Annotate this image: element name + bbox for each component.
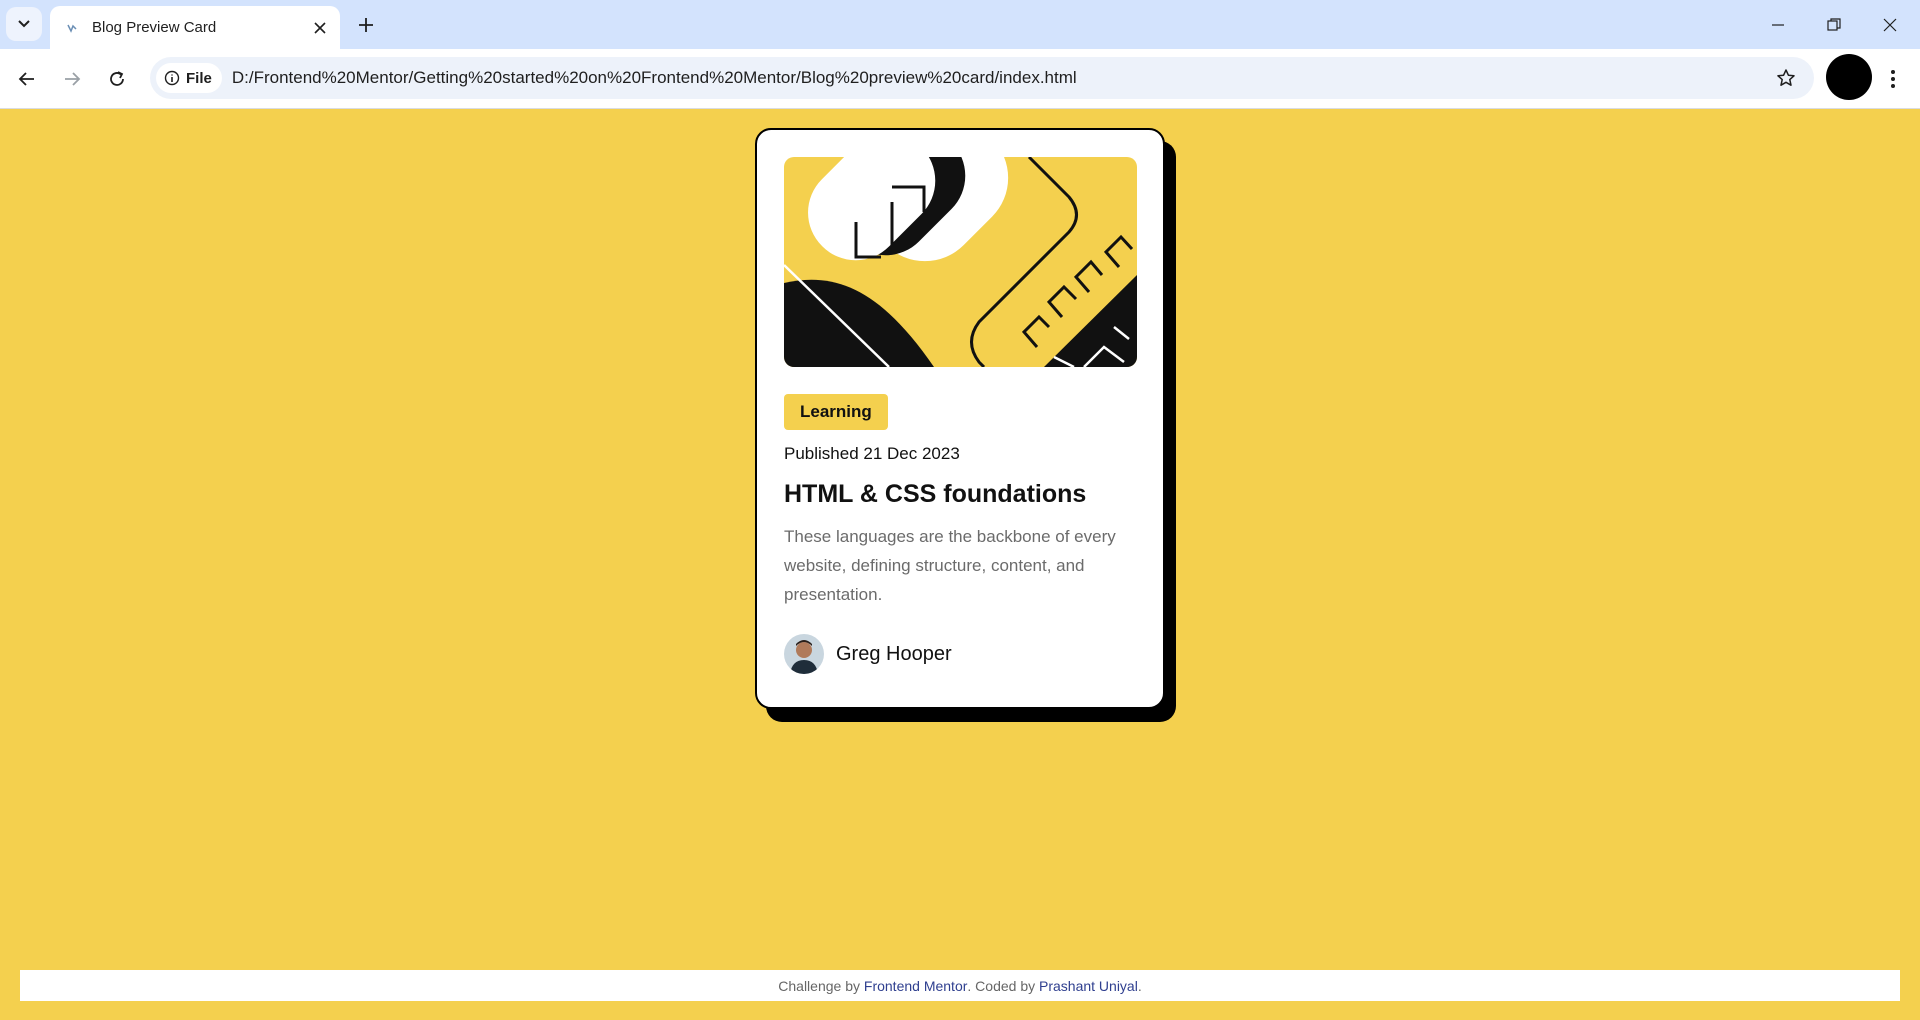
more-vert-icon: [1891, 70, 1895, 88]
restore-button[interactable]: [1806, 0, 1862, 49]
tab-title: Blog Preview Card: [92, 19, 217, 36]
tab-search-button[interactable]: [6, 7, 42, 41]
url-text[interactable]: D:/Frontend%20Mentor/Getting%20started%2…: [232, 68, 1077, 88]
footer-challenge-text: Challenge by: [778, 977, 860, 994]
browser-menu-button[interactable]: [1878, 62, 1908, 96]
attribution-footer: Challenge by Frontend Mentor. Coded by P…: [20, 970, 1900, 1001]
browser-toolbar: File D:/Frontend%20Mentor/Getting%20star…: [0, 49, 1920, 109]
category-tag: Learning: [784, 394, 888, 430]
post-title[interactable]: HTML & CSS foundations: [784, 480, 1086, 509]
restore-icon: [1827, 17, 1841, 31]
site-chip-label: File: [186, 69, 212, 87]
post-description: These languages are the backbone of ever…: [784, 527, 1116, 604]
avatar: [784, 634, 824, 674]
chevron-down-icon: [18, 20, 30, 28]
hero-illustration: [784, 157, 1137, 367]
back-button[interactable]: [10, 62, 44, 96]
bookmark-button[interactable]: [1774, 66, 1798, 90]
new-tab-button[interactable]: [350, 9, 382, 41]
blog-preview-card: Learning Published 21 Dec 2023 HTML & CS…: [755, 128, 1165, 709]
footer-suffix: .: [1137, 977, 1142, 994]
minimize-button[interactable]: [1750, 0, 1806, 49]
back-icon: [18, 72, 34, 86]
author-name: Greg Hooper: [836, 642, 952, 665]
info-icon: [164, 70, 180, 86]
site-info-chip[interactable]: File: [156, 63, 222, 93]
address-bar[interactable]: File D:/Frontend%20Mentor/Getting%20star…: [150, 57, 1814, 99]
close-window-button[interactable]: [1862, 0, 1918, 49]
reload-icon: [110, 71, 124, 86]
author: Greg Hooper: [784, 634, 952, 674]
author-link[interactable]: Prashant Uniyal: [1039, 978, 1138, 994]
forward-button[interactable]: [55, 62, 89, 96]
footer-coded-text: . Coded by: [967, 977, 1036, 994]
close-icon: [1883, 18, 1897, 31]
active-tab[interactable]: Blog Preview Card: [50, 6, 340, 49]
frontend-mentor-link[interactable]: Frontend Mentor: [864, 978, 968, 994]
favicon-icon: [64, 20, 80, 36]
close-icon[interactable]: [306, 14, 334, 42]
reload-button[interactable]: [100, 62, 134, 96]
forward-icon: [65, 72, 81, 86]
minimize-icon: [1772, 23, 1784, 26]
tab-strip: Blog Preview Card: [0, 0, 1920, 49]
published-date: Published 21 Dec 2023: [784, 444, 960, 463]
star-icon: [1777, 69, 1795, 86]
profile-avatar[interactable]: [1826, 54, 1872, 100]
page-body: Learning Published 21 Dec 2023 HTML & CS…: [0, 109, 1920, 1020]
plus-icon: [359, 18, 373, 32]
